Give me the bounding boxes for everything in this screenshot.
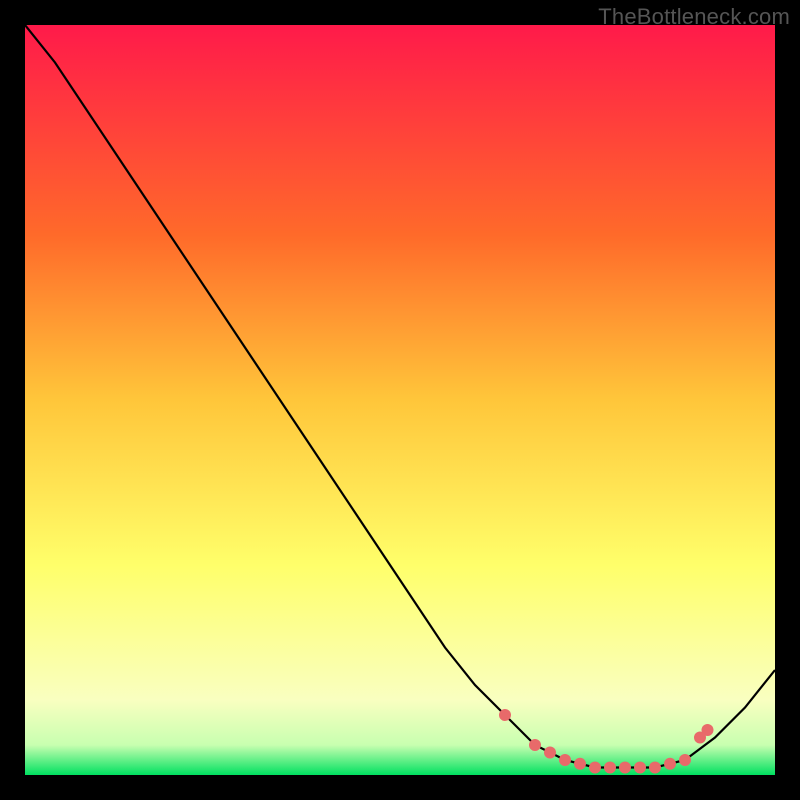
data-marker	[664, 758, 676, 770]
data-marker	[574, 758, 586, 770]
data-marker	[529, 739, 541, 751]
chart-svg	[25, 25, 775, 775]
chart-frame: TheBottleneck.com	[0, 0, 800, 800]
data-marker	[559, 754, 571, 766]
gradient-background	[25, 25, 775, 775]
data-marker	[589, 762, 601, 774]
watermark-text: TheBottleneck.com	[598, 4, 790, 30]
data-marker	[702, 724, 714, 736]
data-marker	[604, 762, 616, 774]
data-marker	[499, 709, 511, 721]
data-marker	[679, 754, 691, 766]
plot-area	[25, 25, 775, 775]
data-marker	[634, 762, 646, 774]
data-marker	[649, 762, 661, 774]
data-marker	[544, 747, 556, 759]
data-marker	[619, 762, 631, 774]
